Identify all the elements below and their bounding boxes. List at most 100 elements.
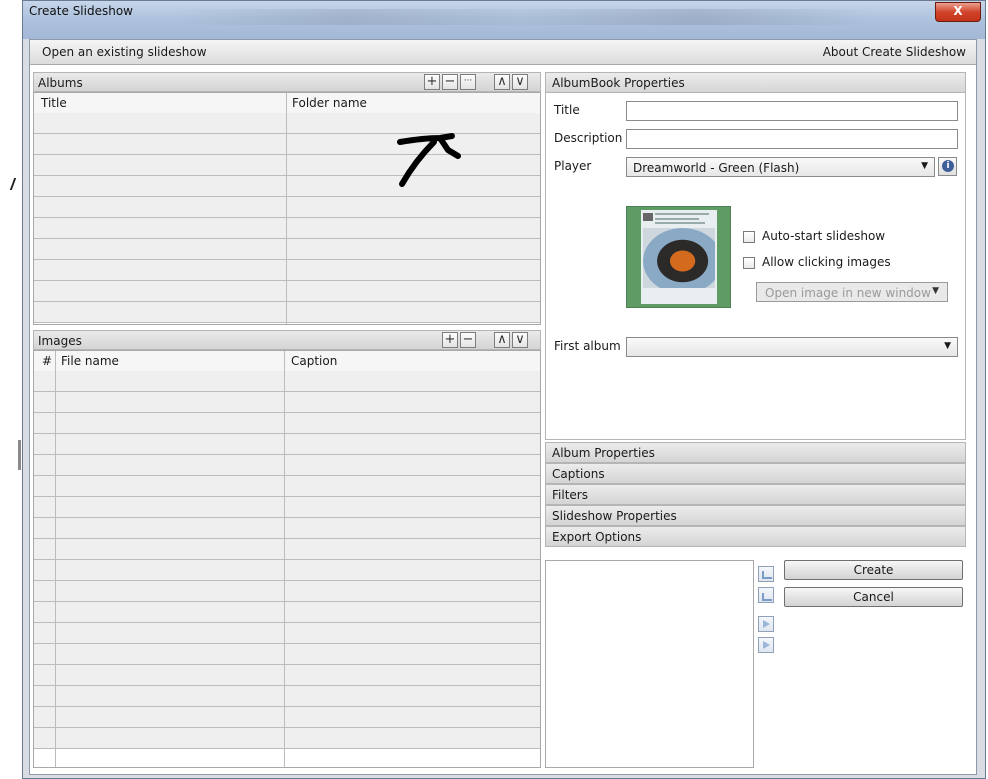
desktop-background (0, 0, 22, 779)
table-row[interactable] (34, 623, 540, 644)
album-move-up-button[interactable]: ∧ (494, 74, 510, 90)
albums-table[interactable]: Title Folder name (33, 92, 541, 325)
section-label: Album Properties (552, 446, 655, 460)
player-select-value: Dreamworld - Green (Flash) (633, 161, 800, 175)
image-move-down-button[interactable]: ∨ (512, 332, 528, 348)
collapse-icon[interactable] (758, 566, 774, 582)
autostart-checkbox[interactable] (743, 231, 755, 243)
table-row[interactable] (34, 560, 540, 581)
preview-photo (643, 228, 715, 288)
section-label: Export Options (552, 530, 642, 544)
section-label: Captions (552, 467, 605, 481)
cancel-button[interactable]: Cancel (784, 587, 963, 607)
chevron-down-icon: ▼ (921, 161, 928, 171)
title-input[interactable] (626, 101, 958, 121)
first-album-select[interactable]: ▼ (626, 337, 958, 357)
section-slideshow-properties[interactable]: Slideshow Properties (545, 505, 966, 526)
images-header: Images + − ∧ ∨ (33, 330, 541, 350)
image-move-up-button[interactable]: ∧ (494, 332, 510, 348)
image-add-button[interactable]: + (442, 332, 458, 348)
player-info-button[interactable]: i (938, 157, 957, 176)
table-row[interactable] (34, 371, 540, 392)
column-number[interactable]: # (42, 354, 52, 368)
table-row[interactable] (34, 686, 540, 707)
images-table[interactable]: # File name Caption (33, 350, 541, 768)
chevron-down-icon: ▼ (944, 341, 951, 351)
images-table-header: # File name Caption (34, 351, 540, 372)
table-row[interactable] (34, 497, 540, 518)
autostart-label[interactable]: Auto-start slideshow (762, 229, 885, 243)
table-row[interactable] (34, 476, 540, 497)
table-row[interactable] (34, 197, 540, 218)
preview-text-line (655, 218, 699, 220)
player-label: Player (554, 159, 592, 173)
preview-logo (643, 213, 653, 221)
title-bar-glass (173, 9, 873, 25)
album-move-down-button[interactable]: ∨ (512, 74, 528, 90)
albumbook-properties-panel: Title Description Player Dreamworld - Gr… (545, 93, 966, 440)
chevron-down-icon: ▼ (932, 286, 939, 296)
section-captions[interactable]: Captions (545, 463, 966, 484)
column-divider (284, 351, 285, 767)
player-preview-thumbnail (626, 206, 731, 308)
table-row[interactable] (34, 260, 540, 281)
column-folder-name[interactable]: Folder name (292, 96, 367, 110)
image-remove-button[interactable]: − (460, 332, 476, 348)
preview-text-line (655, 222, 705, 224)
section-album-properties[interactable]: Album Properties (545, 442, 966, 463)
allow-clicking-checkbox[interactable] (743, 257, 755, 269)
table-row[interactable] (34, 602, 540, 623)
scribble-arrow-icon (397, 133, 461, 187)
player-select[interactable]: Dreamworld - Green (Flash) ▼ (626, 157, 935, 177)
table-row[interactable] (34, 707, 540, 728)
table-row[interactable] (34, 392, 540, 413)
table-row[interactable] (34, 302, 540, 323)
close-button[interactable]: X (935, 2, 981, 22)
desktop-edge (18, 440, 21, 470)
albums-header: Albums + − ··· ∧ ∨ (33, 72, 541, 92)
section-label: Slideshow Properties (552, 509, 677, 523)
arrow-right-icon[interactable] (758, 616, 774, 632)
about-link[interactable]: About Create Slideshow (823, 45, 966, 59)
column-title[interactable]: Title (41, 96, 67, 110)
table-row[interactable] (34, 239, 540, 260)
window-title: Create Slideshow (29, 4, 133, 18)
allow-clicking-label[interactable]: Allow clicking images (762, 255, 891, 269)
table-row[interactable] (34, 455, 540, 476)
table-row[interactable] (34, 539, 540, 560)
output-log-area[interactable] (545, 560, 754, 768)
info-icon: i (942, 160, 954, 172)
expand-icon[interactable] (758, 587, 774, 603)
open-image-mode-select: Open image in new window ▼ (756, 282, 948, 302)
create-button[interactable]: Create (784, 560, 963, 580)
table-row[interactable] (34, 218, 540, 239)
table-row[interactable] (34, 518, 540, 539)
section-filters[interactable]: Filters (545, 484, 966, 505)
table-row[interactable] (34, 434, 540, 455)
table-row[interactable] (34, 644, 540, 665)
create-slideshow-window: Create Slideshow X Open an existing slid… (22, 0, 986, 779)
table-row[interactable] (34, 665, 540, 686)
table-row[interactable] (34, 281, 540, 302)
section-label: Filters (552, 488, 588, 502)
albumbook-properties-heading: AlbumBook Properties (552, 76, 685, 90)
arrow-right-icon[interactable] (758, 637, 774, 653)
preview-text-line (655, 213, 709, 215)
open-existing-slideshow-link[interactable]: Open an existing slideshow (42, 45, 207, 59)
column-caption[interactable]: Caption (291, 354, 337, 368)
first-album-label: First album (554, 339, 621, 353)
section-export-options[interactable]: Export Options (545, 526, 966, 547)
table-row[interactable] (34, 413, 540, 434)
column-file-name[interactable]: File name (61, 354, 119, 368)
table-row[interactable] (34, 113, 540, 134)
album-more-button[interactable]: ··· (460, 74, 476, 90)
album-remove-button[interactable]: − (442, 74, 458, 90)
table-row[interactable] (34, 728, 540, 749)
albumbook-properties-header[interactable]: AlbumBook Properties (545, 72, 966, 93)
description-input[interactable] (626, 129, 958, 149)
title-label: Title (554, 103, 580, 117)
preview-page (641, 210, 717, 304)
table-row[interactable] (34, 581, 540, 602)
albums-table-header: Title Folder name (34, 93, 540, 114)
album-add-button[interactable]: + (424, 74, 440, 90)
